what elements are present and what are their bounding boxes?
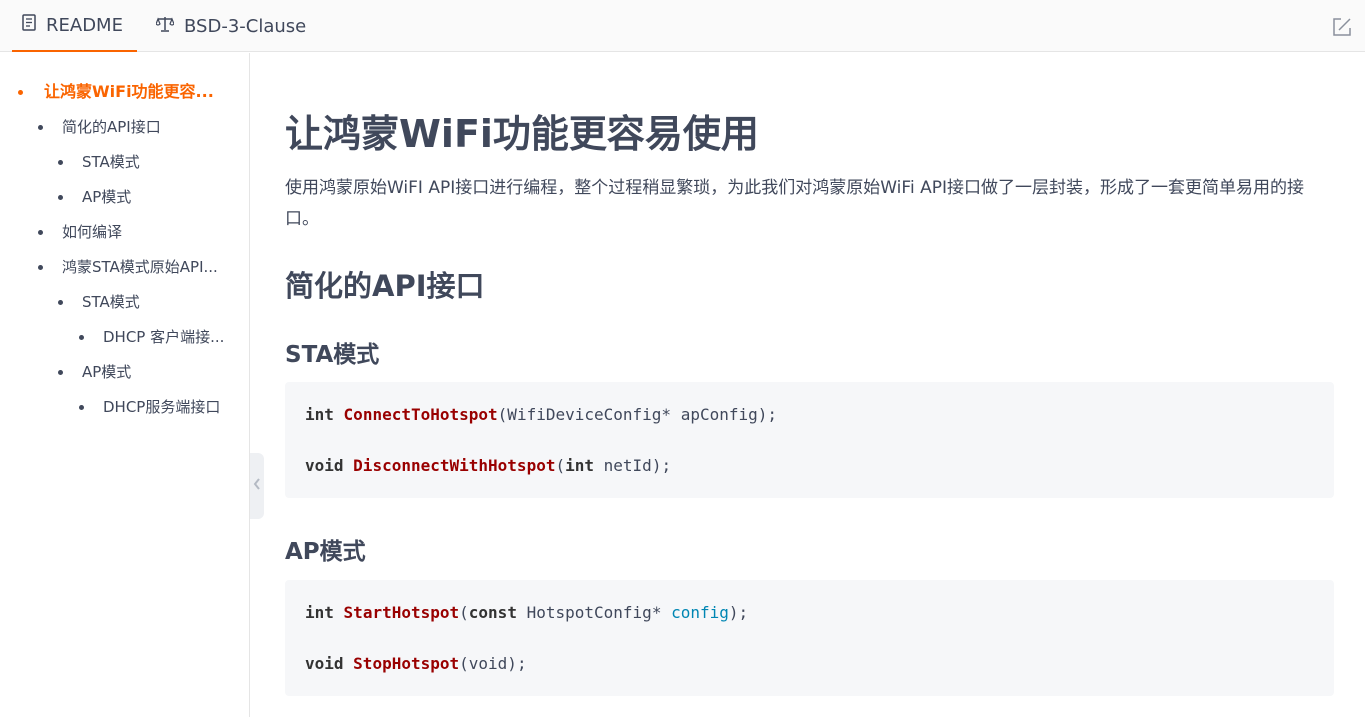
table-of-contents: 让鸿蒙WiFi功能更容... 简化的API接口 STA模式 AP模式 如何编译 … bbox=[0, 53, 250, 717]
sta-code-block: int ConnectToHotspot(WifiDeviceConfig* a… bbox=[285, 382, 1334, 498]
code-line: void DisconnectWithHotspot(int netId); bbox=[305, 456, 672, 475]
toc-item-sta-mode-2[interactable]: STA模式 bbox=[58, 292, 228, 312]
tab-license[interactable]: BSD-3-Clause bbox=[155, 0, 307, 52]
code-line: void StopHotspot(void); bbox=[305, 654, 527, 673]
scale-icon bbox=[155, 16, 175, 37]
bullet-icon bbox=[58, 195, 63, 200]
toc-item-ap-mode-2[interactable]: AP模式 bbox=[58, 362, 228, 382]
bullet-icon bbox=[58, 160, 63, 165]
edit-icon[interactable] bbox=[1331, 16, 1353, 38]
bullet-icon bbox=[18, 90, 23, 95]
code-line: int ConnectToHotspot(WifiDeviceConfig* a… bbox=[305, 405, 778, 424]
ap-heading: AP模式 bbox=[285, 539, 366, 565]
toc-item-ap-mode[interactable]: AP模式 bbox=[58, 187, 228, 207]
toc-item-sta-mode[interactable]: STA模式 bbox=[58, 152, 228, 172]
bullet-icon bbox=[79, 335, 84, 340]
chevron-left-icon bbox=[253, 478, 261, 494]
ap-code-block: int StartHotspot(const HotspotConfig* co… bbox=[285, 580, 1334, 696]
bullet-icon bbox=[58, 300, 63, 305]
sta-heading: STA模式 bbox=[285, 342, 380, 368]
bullet-icon bbox=[38, 230, 43, 235]
bullet-icon bbox=[38, 125, 43, 130]
section-heading: 简化的API接口 bbox=[285, 269, 485, 303]
bullet-icon bbox=[58, 370, 63, 375]
toc-item-how-to-compile[interactable]: 如何编译 bbox=[38, 222, 228, 242]
bullet-icon bbox=[79, 405, 84, 410]
tab-readme[interactable]: README bbox=[12, 0, 137, 52]
toc-item-dhcp-server[interactable]: DHCP服务端接口 bbox=[79, 397, 229, 417]
toc-item-title[interactable]: 让鸿蒙WiFi功能更容... bbox=[18, 82, 228, 102]
sidebar-collapse-handle[interactable] bbox=[250, 453, 264, 519]
toc-item-dhcp-client[interactable]: DHCP 客户端接... bbox=[79, 327, 229, 347]
toc-item-simplified-api[interactable]: 简化的API接口 bbox=[38, 117, 228, 137]
document-icon bbox=[22, 14, 36, 36]
tab-license-label: BSD-3-Clause bbox=[184, 15, 307, 37]
tab-bar: README BSD-3-Clause bbox=[0, 0, 1365, 52]
toc-item-original-api[interactable]: 鸿蒙STA模式原始API... bbox=[38, 257, 228, 277]
tab-readme-label: README bbox=[46, 14, 123, 36]
bullet-icon bbox=[38, 265, 43, 270]
code-line: int StartHotspot(const HotspotConfig* co… bbox=[305, 603, 749, 622]
article-description: 使用鸿蒙原始WiFI API接口进行编程，整个过程稍显繁琐，为此我们对鸿蒙原始W… bbox=[285, 178, 1304, 229]
page-title: 让鸿蒙WiFi功能更容易使用 bbox=[285, 112, 759, 156]
